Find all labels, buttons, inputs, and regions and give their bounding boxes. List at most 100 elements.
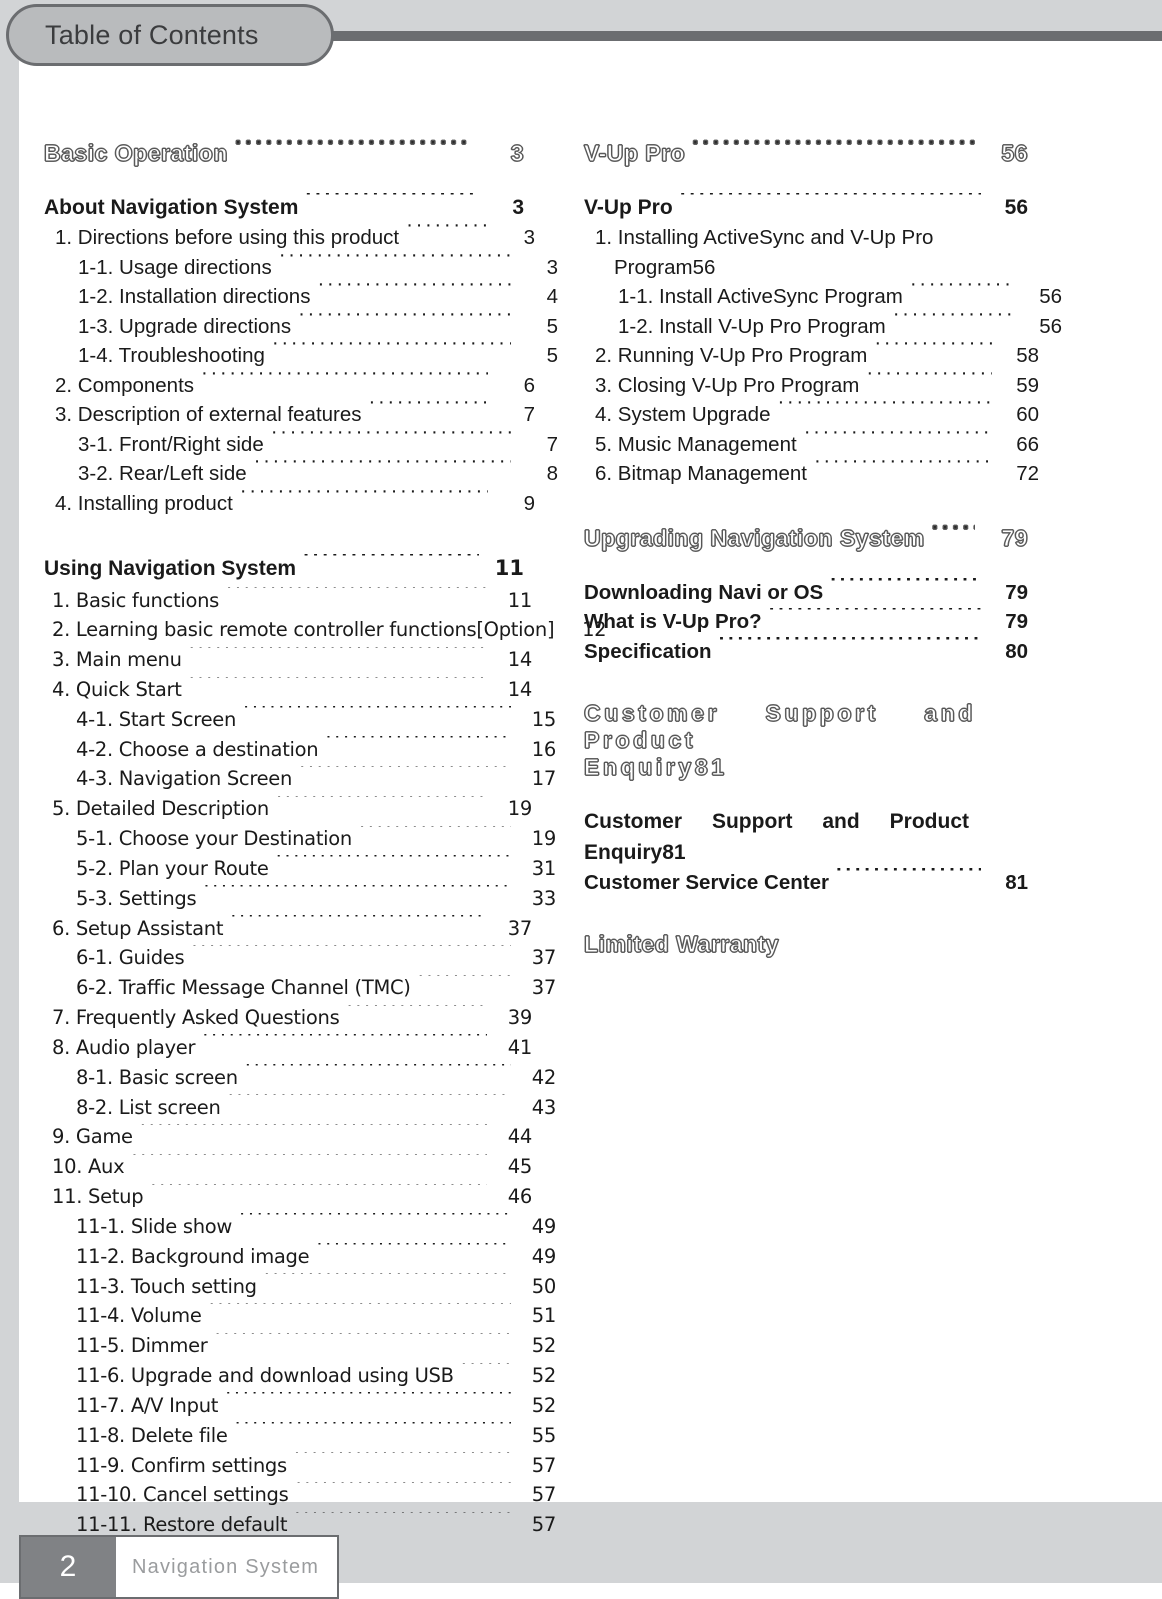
leader-dots xyxy=(836,868,981,889)
leader-dots xyxy=(692,138,975,161)
toc-entry[interactable]: 3. Description of external features 7 xyxy=(44,400,535,430)
toc-entry[interactable]: 8. Audio player 41 xyxy=(44,1033,532,1063)
toc-entry[interactable]: 8-2. List screen 43 xyxy=(44,1093,556,1123)
toc-entry[interactable]: 11-6. Upgrade and download using USB 52 xyxy=(44,1361,556,1391)
toc-group-title-row[interactable]: V-Up Pro 56 xyxy=(584,193,1028,223)
toc-entry-page: 5 xyxy=(546,344,558,368)
toc-entry[interactable]: 11-10. Cancel settings 57 xyxy=(44,1480,556,1510)
toc-entry-page: 56 xyxy=(1039,285,1062,309)
toc-entry[interactable]: 9. Game 44 xyxy=(44,1122,532,1152)
toc-entry[interactable]: 11-8. Delete file 55 xyxy=(44,1421,556,1451)
toc-entry[interactable]: 11-4. Volume 51 xyxy=(44,1301,556,1331)
toc-entry-label: 2. Running V-Up Pro Program xyxy=(595,344,868,368)
toc-entry[interactable]: Downloading Navi or OS 79 xyxy=(584,578,1028,608)
toc-group-title-row[interactable]: About Navigation System 3 xyxy=(44,193,524,223)
toc-group-title-line2: Enquiry 81 xyxy=(584,838,1028,868)
toc-entry-page: 50 xyxy=(531,1274,557,1298)
toc-entry[interactable]: 5-3. Settings 33 xyxy=(44,884,556,914)
section-header-customer-support: Customer Support and Product Enquiry 81 xyxy=(584,700,1028,781)
toc-entry-label: 11-4. Volume xyxy=(76,1304,202,1328)
toc-entry-page: 56 xyxy=(692,255,716,279)
toc-group-title-row[interactable]: Using Navigation System 11 xyxy=(44,552,524,585)
toc-entry-label: 11-6. Upgrade and download using USB xyxy=(76,1364,454,1388)
toc-entry[interactable]: 11. Setup 46 xyxy=(44,1182,532,1212)
leader-dots xyxy=(228,1094,511,1114)
toc-entry[interactable]: 8-1. Basic screen 42 xyxy=(44,1063,556,1093)
leader-dots xyxy=(203,885,511,905)
table-of-contents-title: Table of Contents xyxy=(45,19,259,50)
toc-entry[interactable]: 3-2. Rear/Left side 8 xyxy=(44,459,558,489)
toc-entry[interactable]: 3-1. Front/Right side 7 xyxy=(44,430,558,460)
leader-dots xyxy=(298,312,511,333)
toc-entry-label: 4-2. Choose a destination xyxy=(76,737,319,761)
toc-entry[interactable]: 3. Closing V-Up Pro Program 59 xyxy=(584,371,1039,401)
toc-entry[interactable]: 4-3. Navigation Screen 17 xyxy=(44,764,556,794)
toc-entry[interactable]: 1-2. Installation directions 4 xyxy=(44,282,558,312)
toc-entry-label-line1: 1. Installing ActiveSync and V-Up Pro xyxy=(595,226,934,250)
toc-entry[interactable]: 5-1. Choose your Destination 19 xyxy=(44,824,556,854)
toc-entry[interactable]: 1-3. Upgrade directions 5 xyxy=(44,312,558,342)
section-header-page: 79 xyxy=(1001,524,1028,551)
toc-entry[interactable]: 6. Bitmap Management 72 xyxy=(584,459,1039,489)
toc-entry[interactable]: 1-2. Install V-Up Pro Program 56 xyxy=(584,312,1062,342)
toc-entry-label: 11-3. Touch setting xyxy=(76,1274,257,1298)
toc-entry[interactable]: 3. Main menu 14 xyxy=(44,645,532,675)
toc-entry[interactable]: 6. Setup Assistant 37 xyxy=(44,914,532,944)
toc-entry-label: 4. Installing product xyxy=(55,491,233,515)
toc-entry[interactable]: 11-9. Confirm settings 57 xyxy=(44,1451,556,1481)
toc-entry[interactable]: 10. Aux 45 xyxy=(44,1152,532,1182)
toc-entry[interactable]: 11-2. Background image 49 xyxy=(44,1242,556,1272)
toc-entry-installing-activesync[interactable]: 1. Installing ActiveSync and V-Up Pro Pr… xyxy=(584,223,1039,282)
section-header-label-line2: Enquiry xyxy=(584,754,695,781)
leader-dots xyxy=(777,401,992,422)
leader-dots xyxy=(131,1154,487,1174)
toc-entry-list-upgrading: Downloading Navi or OS79What is V-Up Pro… xyxy=(584,578,1028,667)
leader-dots xyxy=(769,608,981,629)
toc-entry[interactable]: Customer Service Center 81 xyxy=(584,868,1028,898)
toc-entry[interactable]: 11-1. Slide show 49 xyxy=(44,1212,556,1242)
toc-entry[interactable]: 11-5. Dimmer 52 xyxy=(44,1331,556,1361)
toc-entry-label: 10. Aux xyxy=(52,1155,125,1179)
leader-dots xyxy=(369,401,488,422)
toc-entry-label: Customer Service Center xyxy=(584,870,829,894)
toc-entry[interactable]: What is V-Up Pro? 79 xyxy=(584,607,1028,637)
toc-entry[interactable]: 1-1. Usage directions 3 xyxy=(44,253,558,283)
toc-entry[interactable]: 2. Learning basic remote controller func… xyxy=(44,615,607,645)
toc-entry[interactable]: 4. Quick Start 14 xyxy=(44,675,532,705)
toc-entry[interactable]: 5. Music Management 66 xyxy=(584,430,1039,460)
toc-entry[interactable]: 4. System Upgrade 60 xyxy=(584,400,1039,430)
toc-entry[interactable]: 2. Running V-Up Pro Program 58 xyxy=(584,341,1039,371)
toc-entry[interactable]: Specification 80 xyxy=(584,637,1028,667)
toc-entry[interactable]: 1-4. Troubleshooting 5 xyxy=(44,341,558,371)
section-header-page: 56 xyxy=(1001,140,1028,167)
leader-dots xyxy=(830,578,981,599)
toc-entry[interactable]: 6-1. Guides 37 xyxy=(44,943,556,973)
toc-entry[interactable]: 2. Components 6 xyxy=(44,371,535,401)
toc-block-upgrading-navigation-system: Downloading Navi or OS79What is V-Up Pro… xyxy=(584,578,1028,667)
leader-dots xyxy=(346,1005,487,1025)
toc-entry-label: 8. Audio player xyxy=(52,1035,196,1059)
toc-entry[interactable]: 4-2. Choose a destination 16 xyxy=(44,735,556,765)
toc-entry[interactable]: 4-1. Start Screen 15 xyxy=(44,705,556,735)
toc-block-v-up-pro: V-Up Pro 56 1. Installing ActiveSync and… xyxy=(584,193,1062,489)
toc-entry[interactable]: 4. Installing product 9 xyxy=(44,489,535,519)
toc-entry-label: 1-4. Troubleshooting xyxy=(78,344,265,368)
toc-entry[interactable]: 6-2. Traffic Message Channel (TMC) 37 xyxy=(44,973,556,1003)
toc-group-title: Using Navigation System xyxy=(44,557,297,581)
toc-group-title-customer-support[interactable]: Customer Support and Product Enquiry 81 xyxy=(584,807,1028,867)
section-header-page: 3 xyxy=(510,140,524,167)
toc-entry[interactable]: 11-3. Touch setting 50 xyxy=(44,1272,556,1302)
toc-entry[interactable]: 1-1. Install ActiveSync Program 56 xyxy=(584,282,1062,312)
toc-entry[interactable]: 1. Directions before using this product 3 xyxy=(44,223,535,253)
toc-entry[interactable]: 1. Basic functions 11 xyxy=(44,586,532,616)
toc-entry[interactable]: 11-7. A/V Input 52 xyxy=(44,1391,556,1421)
toc-entry[interactable]: 5-2. Plan your Route 31 xyxy=(44,854,556,884)
leader-dots xyxy=(359,826,511,846)
toc-entry[interactable]: 5. Detailed Description 19 xyxy=(44,794,532,824)
toc-entry[interactable]: 7. Frequently Asked Questions 39 xyxy=(44,1003,532,1033)
toc-entry-label: 5. Music Management xyxy=(595,432,797,456)
leader-dots xyxy=(140,1124,487,1144)
leader-dots xyxy=(201,371,488,392)
